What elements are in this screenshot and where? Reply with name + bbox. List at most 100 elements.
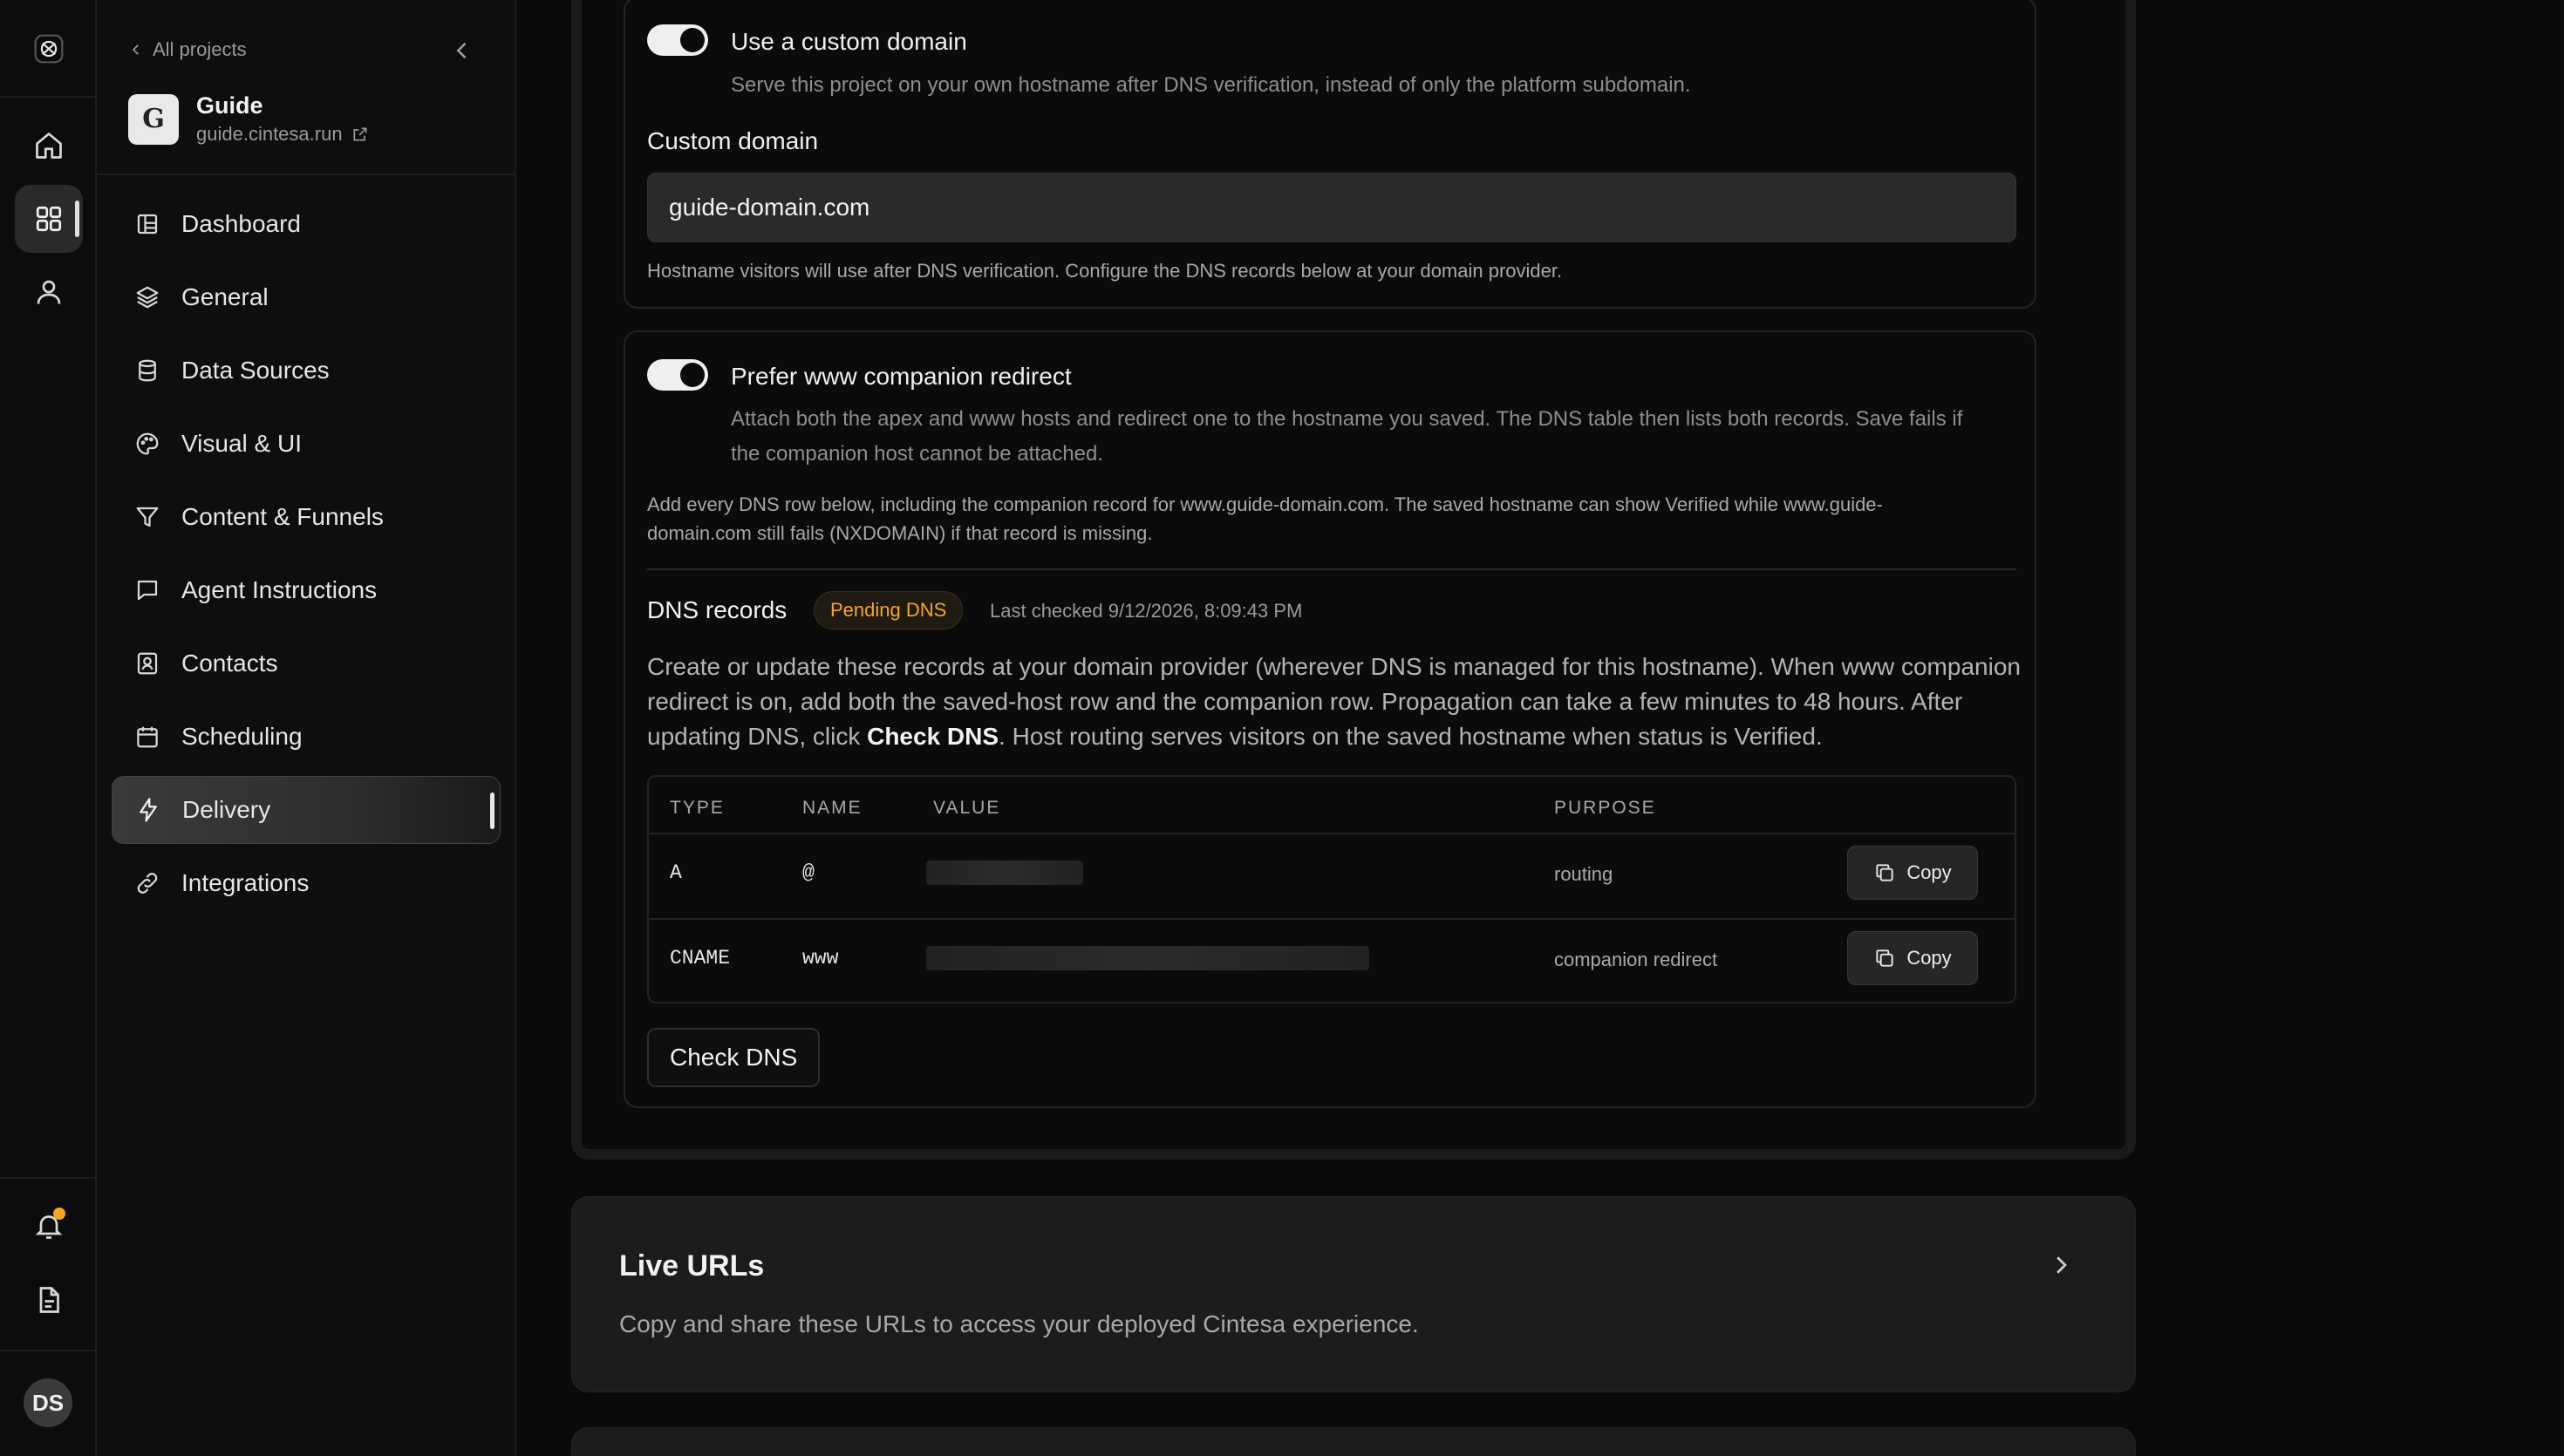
copy-label: Copy — [1906, 947, 1952, 969]
all-projects-link[interactable]: All projects — [128, 38, 247, 61]
custom-domain-card: Use a custom domain Serve this project o… — [624, 0, 2036, 309]
collapse-sidebar-icon[interactable] — [450, 38, 474, 63]
user-icon[interactable] — [15, 258, 83, 326]
sidebar-item-delivery[interactable]: Delivery — [112, 776, 501, 844]
project-header: G Guide guide.cintesa.run — [128, 92, 369, 146]
sidebar-item-label: Contacts — [181, 650, 278, 677]
chevron-right-icon — [2056, 1256, 2067, 1274]
sidebar-item-label: Integrations — [181, 869, 310, 896]
sidebar-item-label: Delivery — [182, 796, 271, 823]
column-header-type: TYPE — [670, 798, 725, 818]
copy-button[interactable]: Copy — [1847, 931, 1978, 985]
table-divider — [649, 833, 2015, 834]
record-name: @ — [802, 861, 815, 884]
rail-divider — [0, 1177, 97, 1179]
project-url-link[interactable]: guide.cintesa.run — [196, 123, 369, 146]
lightning-icon — [140, 798, 157, 822]
external-link-icon — [353, 127, 367, 141]
www-redirect-note-line2: domain.com still fails (NXDOMAIN) if tha… — [647, 522, 1153, 544]
sidebar-item-agent-instructions[interactable]: Agent Instructions — [112, 556, 501, 624]
www-redirect-note-line1: Add every DNS row below, including the c… — [647, 493, 1883, 515]
link-icon — [137, 873, 158, 894]
copy-label: Copy — [1906, 861, 1952, 883]
dns-desc-bold: Check DNS — [867, 723, 999, 750]
live-urls-title: Live URLs — [619, 1249, 765, 1283]
custom-domain-toggle-desc: Serve this project on your own hostname … — [731, 73, 1691, 97]
sidebar-item-label: Visual & UI — [181, 430, 302, 457]
table-divider — [649, 918, 2015, 920]
next-section-card — [571, 1427, 2136, 1456]
user-avatar[interactable]: DS — [24, 1378, 72, 1427]
icon-rail: DS — [0, 0, 97, 1456]
live-urls-desc: Copy and share these URLs to access your… — [619, 1310, 1419, 1337]
notification-dot — [53, 1208, 65, 1220]
app-logo-icon[interactable] — [15, 15, 83, 83]
record-value-redacted — [926, 861, 1083, 885]
copy-icon — [1876, 864, 1893, 881]
sidebar-item-data-sources[interactable]: Data Sources — [112, 337, 501, 405]
calendar-icon — [137, 726, 158, 748]
sidebar-item-label: Content & Funnels — [181, 503, 384, 530]
all-projects-label: All projects — [153, 38, 247, 60]
sidebar-item-label: Data Sources — [181, 357, 330, 384]
palette-icon — [136, 432, 159, 455]
www-redirect-desc-line2: the companion host cannot be attached. — [731, 442, 1103, 466]
project-logo: G — [128, 93, 179, 145]
www-redirect-card: Prefer www companion redirect Attach bot… — [624, 330, 2036, 1108]
sidebar-item-content-funnels[interactable]: Content & Funnels — [112, 483, 501, 551]
www-redirect-toggle-label: Prefer www companion redirect — [731, 363, 1072, 390]
record-purpose: routing — [1554, 863, 1613, 885]
sidebar-item-label: Dashboard — [181, 210, 301, 237]
sidebar-divider — [97, 173, 515, 175]
sidebar-item-visual-ui[interactable]: Visual & UI — [112, 410, 501, 478]
sidebar-item-dashboard[interactable]: Dashboard — [112, 190, 501, 258]
column-header-purpose: PURPOSE — [1554, 798, 1656, 818]
dns-description: Create or update these records at your d… — [647, 650, 2025, 754]
column-header-value: VALUE — [933, 798, 1001, 818]
dns-records-table: TYPE NAME VALUE PURPOSE A @ routing Copy… — [647, 775, 2016, 1004]
sidebar-item-integrations[interactable]: Integrations — [112, 849, 501, 917]
dns-records-title: DNS records — [647, 596, 788, 623]
www-redirect-toggle[interactable] — [647, 359, 708, 391]
dns-desc-part2: . Host routing serves visitors on the sa… — [999, 723, 1823, 750]
sidebar-item-contacts[interactable]: Contacts — [112, 629, 501, 697]
www-redirect-desc-line1: Attach both the apex and www hosts and r… — [731, 407, 1963, 431]
last-checked-text: Last checked 9/12/2026, 8:09:43 PM — [990, 600, 1303, 622]
contact-card-icon — [137, 652, 158, 675]
sidebar-item-label: Agent Instructions — [181, 576, 378, 603]
live-urls-card[interactable]: Live URLs Copy and share these URLs to a… — [571, 1196, 2136, 1392]
custom-domain-toggle-label: Use a custom domain — [731, 28, 967, 55]
sidebar-item-label: General — [181, 283, 269, 310]
project-url: guide.cintesa.run — [196, 123, 343, 145]
layers-icon — [136, 286, 159, 309]
status-badge: Pending DNS — [814, 591, 964, 629]
copy-icon — [1876, 949, 1893, 967]
notifications-bell-icon[interactable] — [15, 1192, 83, 1260]
projects-grid-icon[interactable] — [15, 185, 83, 253]
record-name: www — [802, 947, 839, 970]
record-type: A — [670, 861, 682, 884]
funnel-icon — [136, 507, 159, 527]
database-icon — [139, 359, 156, 382]
project-name: Guide — [196, 92, 263, 119]
record-purpose: companion redirect — [1554, 949, 1718, 970]
sidebar-item-label: Scheduling — [181, 723, 303, 750]
record-type: CNAME — [670, 947, 731, 970]
project-sidebar: All projects G Guide guide.cintesa.run D… — [97, 0, 516, 1456]
copy-button[interactable]: Copy — [1847, 846, 1978, 900]
message-square-icon — [137, 580, 158, 601]
custom-domain-input[interactable] — [647, 173, 2016, 242]
dashboard-icon — [137, 214, 158, 235]
custom-domain-hint: Hostname visitors will use after DNS ver… — [647, 260, 1563, 282]
document-icon[interactable] — [15, 1266, 83, 1334]
record-value-redacted — [926, 946, 1369, 970]
column-header-name: NAME — [802, 798, 863, 818]
custom-domain-field-label: Custom domain — [647, 127, 819, 154]
sidebar-item-general[interactable]: General — [112, 263, 501, 331]
rail-divider — [0, 1350, 97, 1351]
rail-divider — [0, 96, 97, 98]
check-dns-button[interactable]: Check DNS — [647, 1028, 821, 1087]
sidebar-item-scheduling[interactable]: Scheduling — [112, 703, 501, 771]
custom-domain-toggle[interactable] — [647, 24, 708, 56]
home-icon[interactable] — [15, 112, 83, 180]
